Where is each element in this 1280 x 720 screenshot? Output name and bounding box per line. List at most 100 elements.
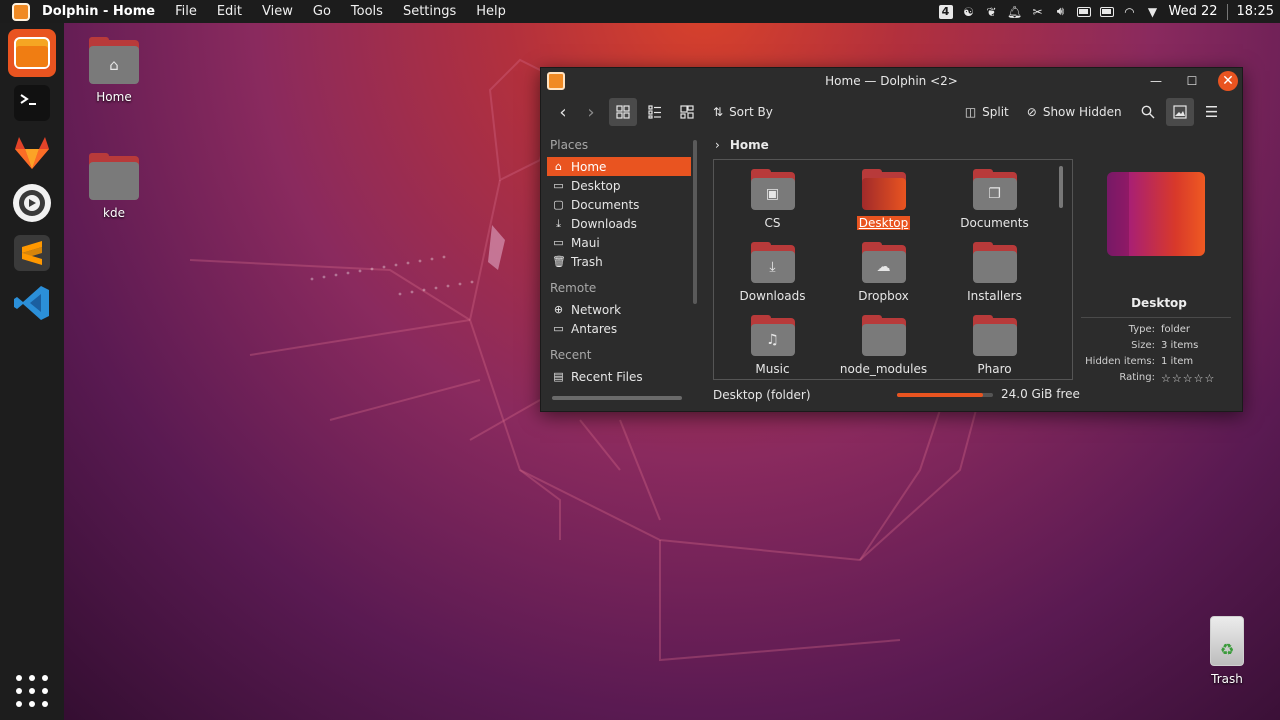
file-view[interactable]: ▣ CS Desktop ❐ Documents ⤓ Downloads ☁ D… bbox=[713, 159, 1073, 380]
dolphin-window: Home — Dolphin <2> — ☐ ✕ ‹ › ⇅ Sort By ◫… bbox=[540, 67, 1243, 412]
file-item-desktop[interactable]: Desktop bbox=[828, 169, 939, 245]
details-view-button[interactable] bbox=[673, 98, 701, 126]
breadcrumb: › Home bbox=[715, 136, 769, 154]
menu-help[interactable]: Help bbox=[476, 4, 506, 19]
dolphin-app-icon[interactable] bbox=[12, 2, 30, 21]
breadcrumb-home[interactable]: Home bbox=[730, 138, 769, 152]
battery-icon[interactable] bbox=[1076, 5, 1091, 19]
file-name: Documents bbox=[960, 216, 1029, 230]
menu-view[interactable]: View bbox=[262, 4, 293, 19]
dock-sublime-app[interactable] bbox=[8, 229, 56, 277]
sidebar-item-label: Network bbox=[571, 302, 622, 317]
sublime-text-icon bbox=[14, 235, 50, 271]
battery-secondary-icon[interactable] bbox=[1099, 5, 1114, 19]
volume-icon[interactable]: 🔊︎ bbox=[1054, 4, 1068, 19]
icons-view-button[interactable] bbox=[609, 98, 637, 126]
sidebar-item-downloads[interactable]: ⤓ Downloads bbox=[547, 214, 691, 233]
sidebar-item-network[interactable]: ⊕ Network bbox=[547, 300, 691, 319]
split-view-icon: ◫ bbox=[964, 105, 977, 119]
sidebar-item-home[interactable]: ⌂ Home bbox=[547, 157, 691, 176]
sidebar-item-recent-files[interactable]: ▤ Recent Files bbox=[547, 367, 691, 386]
trash-icon: 🗑︎ bbox=[552, 255, 566, 268]
dock-files-app[interactable] bbox=[8, 29, 56, 77]
sidebar-item-maui[interactable]: ▭ Maui bbox=[547, 233, 691, 252]
rating-stars[interactable]: ☆☆☆☆☆ bbox=[1161, 372, 1215, 385]
info-divider bbox=[1081, 317, 1231, 318]
wifi-icon[interactable]: ◠ bbox=[1123, 5, 1137, 19]
maximize-button[interactable]: ☐ bbox=[1182, 71, 1202, 91]
desktop-icon-label: kde bbox=[103, 206, 125, 220]
tray-separator bbox=[1226, 3, 1228, 20]
sidebar-item-label: Antares bbox=[571, 321, 618, 336]
desktop-icon-kde[interactable]: kde bbox=[79, 153, 149, 220]
back-button[interactable]: ‹ bbox=[549, 98, 577, 126]
file-view-scrollbar[interactable] bbox=[1059, 166, 1063, 208]
sidebar-item-desktop[interactable]: ▭ Desktop bbox=[547, 176, 691, 195]
file-name: Desktop bbox=[856, 216, 911, 230]
file-item-downloads[interactable]: ⤓ Downloads bbox=[717, 242, 828, 318]
desktop-folder-icon bbox=[861, 169, 906, 210]
forward-button[interactable]: › bbox=[577, 98, 605, 126]
terminal-icon bbox=[14, 85, 50, 121]
file-item-installers[interactable]: Installers bbox=[939, 242, 1050, 318]
search-icon bbox=[1141, 105, 1155, 119]
minimize-button[interactable]: — bbox=[1146, 71, 1166, 91]
sidebar-item-documents[interactable]: ▢ Documents bbox=[547, 195, 691, 214]
sort-by-button[interactable]: ⇅ Sort By bbox=[713, 98, 773, 126]
dock-vscode-app[interactable] bbox=[8, 279, 56, 327]
clock-time[interactable]: 18:25 bbox=[1237, 4, 1274, 19]
menu-file[interactable]: File bbox=[175, 4, 197, 19]
show-applications-grid-icon[interactable] bbox=[14, 673, 50, 709]
menu-tools[interactable]: Tools bbox=[351, 4, 383, 19]
sidebar-horizontal-scrollbar[interactable] bbox=[552, 396, 682, 400]
bell-icon[interactable]: 🔔︎ bbox=[1007, 5, 1022, 19]
desktop-icon-trash[interactable]: ♻ Trash bbox=[1202, 616, 1252, 686]
dock-terminal-app[interactable] bbox=[8, 79, 56, 127]
sidebar-item-label: Desktop bbox=[571, 178, 621, 193]
active-app-title[interactable]: Dolphin - Home bbox=[42, 4, 155, 19]
free-space-bar[interactable] bbox=[897, 393, 993, 397]
file-item-music[interactable]: ♫ Music bbox=[717, 315, 828, 379]
notification-count-badge[interactable]: 4 bbox=[938, 4, 953, 19]
info-key: Hidden items: bbox=[1085, 356, 1155, 367]
window-titlebar[interactable]: Home — Dolphin <2> — ☐ ✕ bbox=[541, 68, 1242, 94]
folder-icon bbox=[972, 315, 1017, 356]
info-key: Type: bbox=[1128, 324, 1155, 335]
hamburger-menu-button[interactable]: ☰ bbox=[1198, 98, 1226, 126]
desktop-icon-label: Trash bbox=[1211, 672, 1243, 686]
scissors-icon[interactable]: ✂ bbox=[1031, 5, 1045, 19]
yin-yang-icon[interactable]: ☯ bbox=[962, 5, 976, 19]
dock-gitlab-app[interactable] bbox=[8, 129, 56, 177]
menu-edit[interactable]: Edit bbox=[217, 4, 242, 19]
search-button[interactable] bbox=[1134, 98, 1162, 126]
file-item-node-modules[interactable]: node_modules bbox=[828, 315, 939, 379]
file-item-dropbox[interactable]: ☁ Dropbox bbox=[828, 242, 939, 318]
folder-icon bbox=[89, 153, 139, 200]
chevron-down-icon[interactable]: ▼ bbox=[1146, 5, 1160, 19]
dock-settings-app[interactable] bbox=[8, 179, 56, 227]
file-item-pharo[interactable]: Pharo bbox=[939, 315, 1050, 379]
close-button[interactable]: ✕ bbox=[1218, 71, 1238, 91]
menu-settings[interactable]: Settings bbox=[403, 4, 456, 19]
desktop-icon: ▭ bbox=[553, 179, 564, 192]
sidebar-scrollbar[interactable] bbox=[693, 140, 697, 304]
info-value: folder bbox=[1161, 324, 1191, 335]
show-hidden-button[interactable]: ⊘ Show Hidden bbox=[1027, 98, 1122, 126]
free-space-fill bbox=[897, 393, 984, 397]
file-item-cs[interactable]: ▣ CS bbox=[717, 169, 828, 245]
compact-view-button[interactable] bbox=[641, 98, 669, 126]
preview-toggle-button[interactable] bbox=[1165, 98, 1194, 126]
file-item-documents[interactable]: ❐ Documents bbox=[939, 169, 1050, 245]
sidebar-item-antares[interactable]: ▭ Antares bbox=[547, 319, 691, 338]
image-preview-icon bbox=[1173, 105, 1187, 119]
sidebar-item-trash[interactable]: 🗑︎ Trash bbox=[547, 252, 691, 271]
free-space-text[interactable]: 24.0 GiB free bbox=[1001, 387, 1080, 401]
menu-go[interactable]: Go bbox=[313, 4, 331, 19]
compact-list-icon bbox=[648, 105, 661, 119]
desktop-icon-home[interactable]: ⌂ Home bbox=[79, 37, 149, 104]
breadcrumb-chevron-icon[interactable]: › bbox=[715, 138, 720, 152]
split-button[interactable]: ◫ Split bbox=[965, 98, 1009, 126]
leaf-icon[interactable]: ❦ bbox=[985, 5, 999, 19]
clock-day[interactable]: Wed 22 bbox=[1169, 4, 1218, 19]
network-icon: ⊕ bbox=[553, 303, 564, 316]
